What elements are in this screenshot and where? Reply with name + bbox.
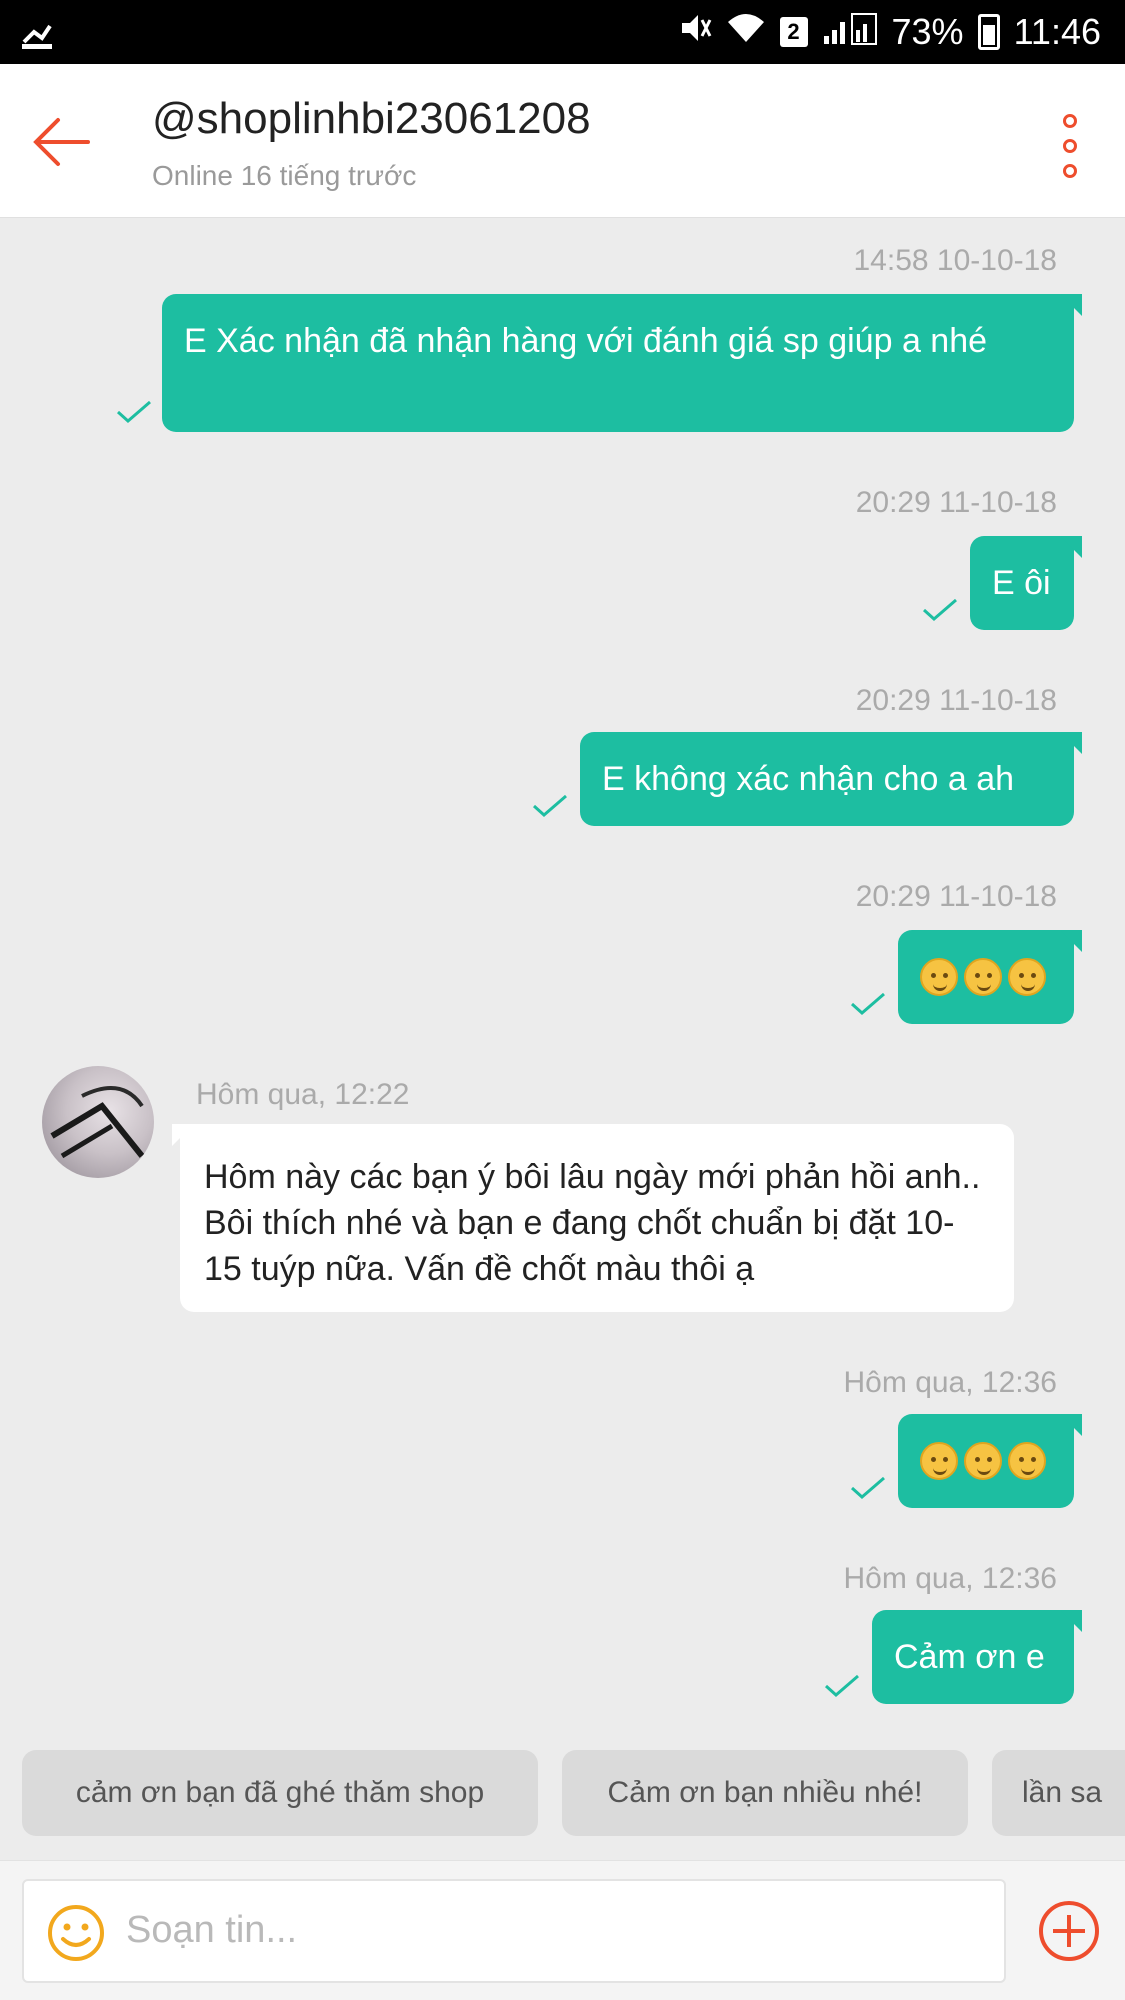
battery-icon [977, 14, 1000, 50]
online-status: Online 16 tiếng trước [152, 160, 417, 191]
smiley-icon [964, 958, 1002, 996]
avatar[interactable] [42, 1066, 154, 1178]
smiley-icon [964, 1442, 1002, 1480]
quick-reply-chip[interactable]: lần sa [992, 1750, 1125, 1836]
message-timestamp: Hôm qua, 12:22 [196, 1078, 410, 1111]
chat-header: @shoplinhbi23061208 Online 16 tiếng trướ… [0, 64, 1125, 218]
battery-percent: 73% [891, 11, 964, 52]
sent-check-icon [850, 1476, 886, 1500]
message-timestamp: 20:29 11-10-18 [855, 684, 1057, 717]
status-bar: 2 73% 11:46 [0, 0, 1125, 64]
sent-check-icon [922, 598, 958, 622]
plus-circle-icon [1039, 1901, 1099, 1961]
smiley-icon [920, 1442, 958, 1480]
outgoing-message[interactable]: E ôi [970, 536, 1082, 630]
quick-replies: cảm ơn bạn đã ghé thăm shop Cảm ơn bạn n… [0, 1742, 1125, 1848]
back-button[interactable] [30, 110, 94, 174]
message-timestamp: Hôm qua, 12:36 [843, 1366, 1057, 1399]
outgoing-message[interactable]: E Xác nhận đã nhận hàng với đánh giá sp … [162, 294, 1082, 432]
composer-bar: Soạn tin... [0, 1860, 1125, 2000]
smiley-icon [1008, 958, 1046, 996]
notification-icon [20, 12, 54, 52]
message-timestamp: 20:29 11-10-18 [855, 880, 1057, 913]
add-attachment-button[interactable] [1037, 1899, 1101, 1963]
quick-reply-chip[interactable]: cảm ơn bạn đã ghé thăm shop [22, 1750, 538, 1836]
signal-icon [822, 10, 878, 55]
outgoing-emoji-message[interactable] [898, 930, 1082, 1024]
clock: 11:46 [1013, 11, 1101, 52]
sim-badge: 2 [779, 17, 808, 47]
chat-title: @shoplinhbi23061208 [152, 94, 591, 143]
sent-check-icon [824, 1674, 860, 1698]
incoming-message[interactable]: Hôm này các bạn ý bôi lâu ngày mới phản … [172, 1124, 1014, 1312]
message-timestamp: 14:58 10-10-18 [853, 244, 1058, 277]
smiley-icon [1008, 1442, 1046, 1480]
sent-check-icon [850, 992, 886, 1016]
message-input[interactable]: Soạn tin... [22, 1879, 1006, 1983]
mute-icon [676, 10, 712, 55]
quick-reply-chip[interactable]: Cảm ơn bạn nhiều nhé! [562, 1750, 968, 1836]
emoji-picker-icon[interactable] [46, 1903, 106, 1963]
more-vertical-icon [1063, 114, 1077, 128]
message-timestamp: Hôm qua, 12:36 [843, 1562, 1057, 1595]
message-timestamp: 20:29 11-10-18 [855, 486, 1057, 519]
outgoing-message[interactable]: Cảm ơn e [872, 1610, 1082, 1704]
more-options-button[interactable] [1055, 114, 1085, 178]
arrow-left-icon [33, 118, 90, 166]
smiley-icon [920, 958, 958, 996]
composer-placeholder: Soạn tin... [126, 1909, 298, 1951]
outgoing-message[interactable]: E không xác nhận cho a ah [580, 732, 1082, 826]
sent-check-icon [532, 794, 568, 818]
outgoing-emoji-message[interactable] [898, 1414, 1082, 1508]
wifi-icon [726, 10, 766, 55]
sent-check-icon [116, 400, 152, 424]
